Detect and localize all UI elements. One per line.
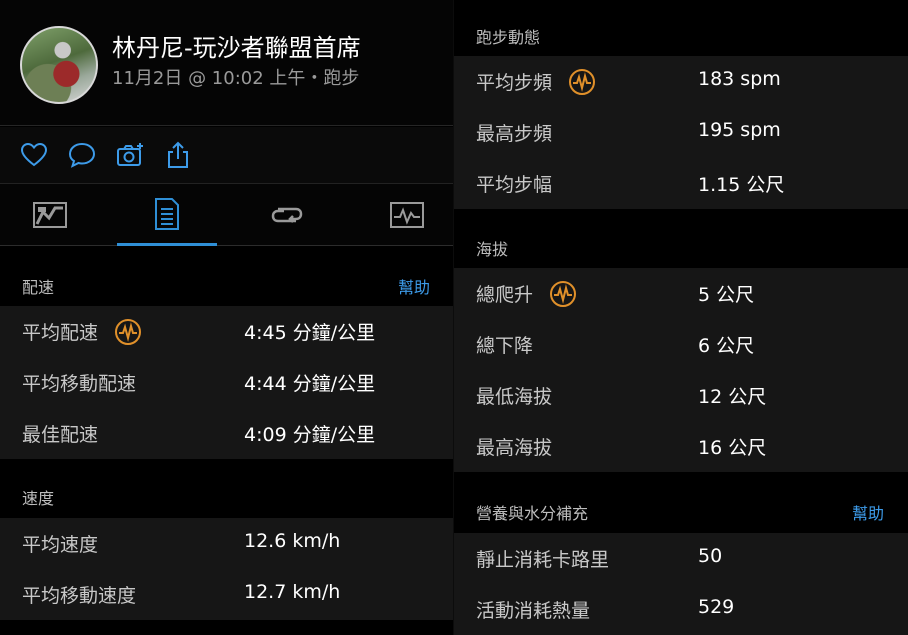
camera-add-icon[interactable]	[116, 141, 144, 169]
stat-row: 活動消耗熱量 529	[454, 584, 908, 635]
stat-row: 平均移動速度 12.7 km/h	[0, 569, 454, 620]
tab-laps[interactable]	[237, 184, 337, 246]
stat-label: 平均速度	[22, 534, 99, 556]
stat-value: 183 spm	[698, 68, 781, 90]
tab-overview[interactable]	[0, 184, 100, 246]
nutrition-section-header: 營養與水分補充 幫助	[454, 488, 908, 532]
stat-label: 最高步頻	[476, 123, 553, 145]
performance-gauge-icon[interactable]	[114, 318, 142, 346]
stat-label: 平均步幅	[476, 174, 553, 196]
stat-label: 平均配速	[22, 322, 99, 344]
stat-value: 4:44 分鐘/公里	[244, 373, 376, 395]
stat-row: 平均步頻 183 spm	[454, 56, 908, 107]
stat-value: 4:09 分鐘/公里	[244, 424, 376, 446]
stat-row: 平均速度 12.6 km/h	[0, 518, 454, 569]
stat-value: 6 公尺	[698, 335, 755, 357]
section-title: 跑步動態	[476, 28, 541, 47]
tab-charts[interactable]	[357, 184, 454, 246]
left-screen: 林丹尼-玩沙者聯盟首席 11月2日 @ 10:02 上午・跑步 配速 幫助 平均…	[0, 0, 454, 635]
comment-icon[interactable]	[68, 141, 96, 169]
stat-value: 12 公尺	[698, 386, 767, 408]
stat-row: 最高海拔 16 公尺	[454, 421, 908, 472]
stat-value: 4:45 分鐘/公里	[244, 322, 376, 344]
stat-label: 靜止消耗卡路里	[476, 549, 610, 571]
stat-row: 最低海拔 12 公尺	[454, 370, 908, 421]
help-link[interactable]: 幫助	[398, 274, 430, 298]
chart-icon	[390, 202, 424, 228]
section-title: 配速	[22, 278, 55, 297]
elevation-section-header: 海拔	[454, 224, 908, 268]
help-link[interactable]: 幫助	[852, 500, 884, 524]
activity-tabs	[0, 184, 454, 246]
stat-row: 最佳配速 4:09 分鐘/公里	[0, 408, 454, 459]
performance-gauge-icon[interactable]	[549, 280, 577, 308]
section-title: 海拔	[476, 240, 509, 259]
stat-label: 平均步頻	[476, 72, 553, 94]
share-icon[interactable]	[164, 141, 192, 169]
right-screen: 跑步動態 平均步頻 183 spm 最高步頻 195 spm 平均步幅 1.15…	[454, 0, 908, 635]
stat-label: 總下降	[476, 335, 534, 357]
section-title: 速度	[22, 489, 55, 508]
stat-row: 總下降 6 公尺	[454, 319, 908, 370]
section-title: 營養與水分補充	[476, 504, 589, 523]
activity-header: 林丹尼-玩沙者聯盟首席 11月2日 @ 10:02 上午・跑步	[0, 0, 454, 126]
stat-row: 最高步頻 195 spm	[454, 107, 908, 158]
stat-label: 最佳配速	[22, 424, 99, 446]
stat-value: 529	[698, 596, 735, 618]
stat-label: 最低海拔	[476, 386, 553, 408]
activity-subtitle: 11月2日 @ 10:02 上午・跑步	[112, 68, 360, 89]
stats-list-icon	[155, 197, 179, 230]
map-overview-icon	[33, 202, 67, 228]
action-bar	[0, 127, 454, 184]
heart-icon[interactable]	[20, 141, 48, 169]
stat-row: 平均步幅 1.15 公尺	[454, 158, 908, 209]
avatar[interactable]	[20, 26, 98, 104]
stat-value: 195 spm	[698, 119, 781, 141]
laps-icon	[271, 207, 303, 223]
stat-row: 總爬升 5 公尺	[454, 268, 908, 319]
tab-stats[interactable]	[117, 184, 217, 246]
stat-value: 50	[698, 545, 723, 567]
stat-label: 平均移動配速	[22, 373, 137, 395]
pace-section-header: 配速 幫助	[0, 262, 454, 306]
stat-value: 12.7 km/h	[244, 581, 341, 603]
stat-row: 平均移動配速 4:44 分鐘/公里	[0, 357, 454, 408]
stat-value: 16 公尺	[698, 437, 767, 459]
stat-value: 1.15 公尺	[698, 174, 785, 196]
stat-label: 總爬升	[476, 284, 534, 306]
stat-label: 最高海拔	[476, 437, 553, 459]
stat-value: 12.6 km/h	[244, 530, 341, 552]
stat-label: 活動消耗熱量	[476, 600, 591, 622]
running-dynamics-section-header: 跑步動態	[454, 12, 908, 56]
speed-section-header: 速度	[0, 473, 454, 517]
stat-label: 平均移動速度	[22, 585, 137, 607]
stat-row: 靜止消耗卡路里 50	[454, 533, 908, 584]
user-name: 林丹尼-玩沙者聯盟首席	[112, 34, 361, 62]
performance-gauge-icon[interactable]	[568, 68, 596, 96]
stat-row: 平均配速 4:45 分鐘/公里	[0, 306, 454, 357]
stat-value: 5 公尺	[698, 284, 755, 306]
